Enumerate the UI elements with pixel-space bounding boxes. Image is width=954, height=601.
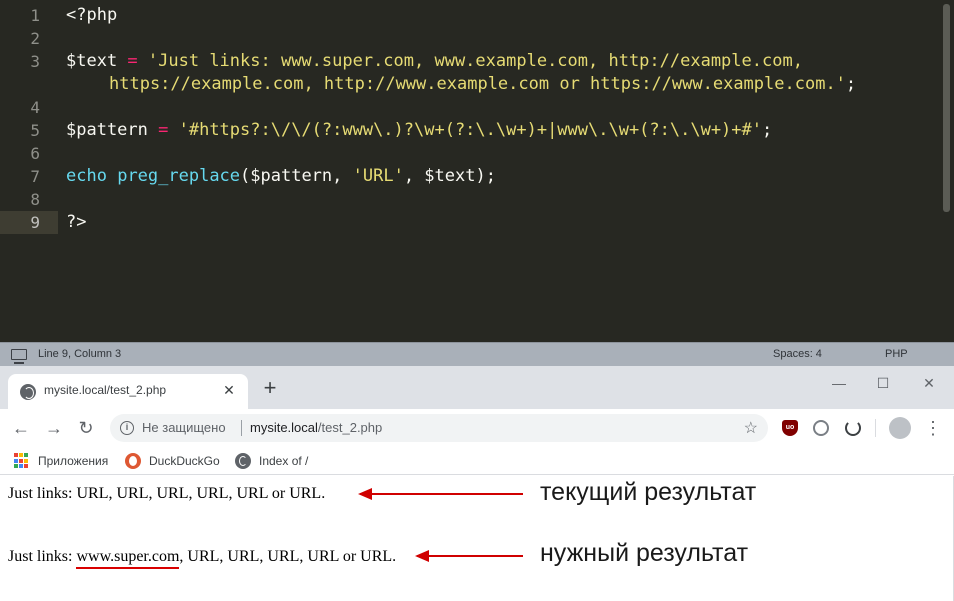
panel-toggle-icon[interactable] xyxy=(11,349,27,364)
code-line-3-wrap[interactable]: https://example.com, http://www.example.… xyxy=(109,73,856,96)
code-line-3[interactable]: $text = 'Just links: www.super.com, www.… xyxy=(66,50,803,73)
keyword-echo: echo xyxy=(66,166,107,186)
code-line-9[interactable]: ?> xyxy=(66,211,86,234)
desired-result-note: нужный результат xyxy=(540,539,749,567)
line-number: 4 xyxy=(30,98,40,117)
code-line-5[interactable]: $pattern = '#https?:\/\/(?:www\.)?\w+(?:… xyxy=(66,119,772,142)
bookmark-star-icon[interactable]: ☆ xyxy=(744,418,758,438)
bookmarks-bar: Приложения DuckDuckGo Index of / xyxy=(0,446,954,475)
line-number: 1 xyxy=(30,6,40,25)
function-name: preg_replace xyxy=(117,166,241,186)
browser-menu-icon[interactable]: ⋮ xyxy=(924,416,942,440)
desired-prefix: Just links: xyxy=(8,548,77,565)
operator: = xyxy=(117,51,148,71)
bookmark-duckduckgo[interactable]: DuckDuckGo xyxy=(149,452,220,470)
line-number: 8 xyxy=(30,190,40,209)
string-literal: 'URL' xyxy=(352,166,404,186)
line-number: 2 xyxy=(30,29,40,48)
globe-icon xyxy=(235,453,251,469)
code-editor[interactable]: 1 2 3 4 5 6 7 8 9 <?php $text = 'Just li… xyxy=(0,0,954,342)
url-text[interactable]: mysite.local/test_2.php xyxy=(250,420,382,435)
string-literal: https://example.com, http://www.example.… xyxy=(109,74,846,94)
editor-scrollbar[interactable] xyxy=(943,4,950,212)
desired-rest: , URL, URL, URL, URL or URL. xyxy=(179,548,397,565)
syntax-selector[interactable]: PHP xyxy=(885,348,908,360)
indentation-setting[interactable]: Spaces: 4 xyxy=(773,348,822,360)
back-button[interactable]: ← xyxy=(8,415,34,441)
php-open-tag: <?php xyxy=(66,5,118,25)
status-bar: Line 9, Column 3 Spaces: 4 PHP xyxy=(0,342,954,366)
globe-icon xyxy=(20,384,36,400)
string-literal: '#https?:\/\/(?:www\.)?\w+(?:\.\w+)+|www… xyxy=(178,120,762,140)
line-number-gutter: 1 2 3 4 5 6 7 8 9 xyxy=(0,0,58,342)
operator: = xyxy=(147,120,179,140)
semicolon: ; xyxy=(762,120,773,140)
maximize-button[interactable]: ☐ xyxy=(860,370,906,396)
close-tab-icon[interactable]: ✕ xyxy=(220,381,238,399)
variable: $text xyxy=(66,51,118,71)
minimize-button[interactable]: — xyxy=(816,370,862,396)
ublock-origin-icon[interactable]: uo xyxy=(782,420,798,436)
url-host: mysite.local xyxy=(250,420,318,435)
tab-title: mysite.local/test_2.php xyxy=(44,383,167,397)
highlighted-link: www.super.com xyxy=(76,548,180,569)
semicolon: ; xyxy=(845,74,857,94)
annotation-arrow xyxy=(415,550,523,562)
variable: $pattern xyxy=(66,120,148,140)
divider xyxy=(241,420,242,436)
desired-output: Just links: www.super.com, URL, URL, URL… xyxy=(8,548,397,569)
url-path: /test_2.php xyxy=(317,420,383,435)
annotation-arrow xyxy=(358,488,523,500)
browser-window: mysite.local/test_2.php ✕ + — ☐ ✕ ← → ↻ … xyxy=(0,366,954,601)
profile-avatar-icon[interactable] xyxy=(889,417,911,439)
line-number: 5 xyxy=(30,121,40,140)
bookmark-apps[interactable]: Приложения xyxy=(38,452,108,470)
call-args: , $text); xyxy=(403,166,496,186)
address-bar[interactable]: i Не защищено mysite.local/test_2.php ☆ xyxy=(110,414,768,442)
code-line-1[interactable]: <?php xyxy=(66,4,117,27)
reload-button[interactable]: ↻ xyxy=(73,415,99,441)
line-number: 3 xyxy=(30,52,40,71)
new-tab-button[interactable]: + xyxy=(258,377,282,401)
php-close-tag: ?> xyxy=(66,212,87,232)
divider xyxy=(875,419,876,437)
string-literal: 'Just links: www.super.com, www.example.… xyxy=(147,51,803,71)
code-line-7[interactable]: echo preg_replace($pattern, 'URL', $text… xyxy=(66,165,496,188)
current-result-note: текущий результат xyxy=(540,478,757,506)
line-number-active: 9 xyxy=(0,211,58,234)
tab-strip: mysite.local/test_2.php ✕ + — ☐ ✕ xyxy=(0,366,954,409)
bookmark-index[interactable]: Index of / xyxy=(259,452,308,470)
line-number: 6 xyxy=(30,144,40,163)
duckduckgo-icon xyxy=(125,453,141,469)
tab-active[interactable]: mysite.local/test_2.php ✕ xyxy=(8,374,248,409)
close-window-button[interactable]: ✕ xyxy=(906,370,952,396)
browser-toolbar: ← → ↻ i Не защищено mysite.local/test_2.… xyxy=(0,409,954,446)
cursor-position[interactable]: Line 9, Column 3 xyxy=(38,348,121,360)
globe-extension-icon[interactable] xyxy=(813,420,829,436)
not-secure-label[interactable]: Не защищено xyxy=(142,420,226,435)
call-args: ($pattern, xyxy=(240,166,353,186)
current-output: Just links: URL, URL, URL, URL, URL or U… xyxy=(8,485,326,502)
sync-extension-icon[interactable] xyxy=(845,420,861,436)
apps-grid-icon xyxy=(14,453,30,469)
info-icon[interactable]: i xyxy=(120,421,134,435)
forward-button[interactable]: → xyxy=(41,415,67,441)
page-viewport: Just links: URL, URL, URL, URL, URL or U… xyxy=(0,476,954,601)
line-number: 7 xyxy=(30,167,40,186)
